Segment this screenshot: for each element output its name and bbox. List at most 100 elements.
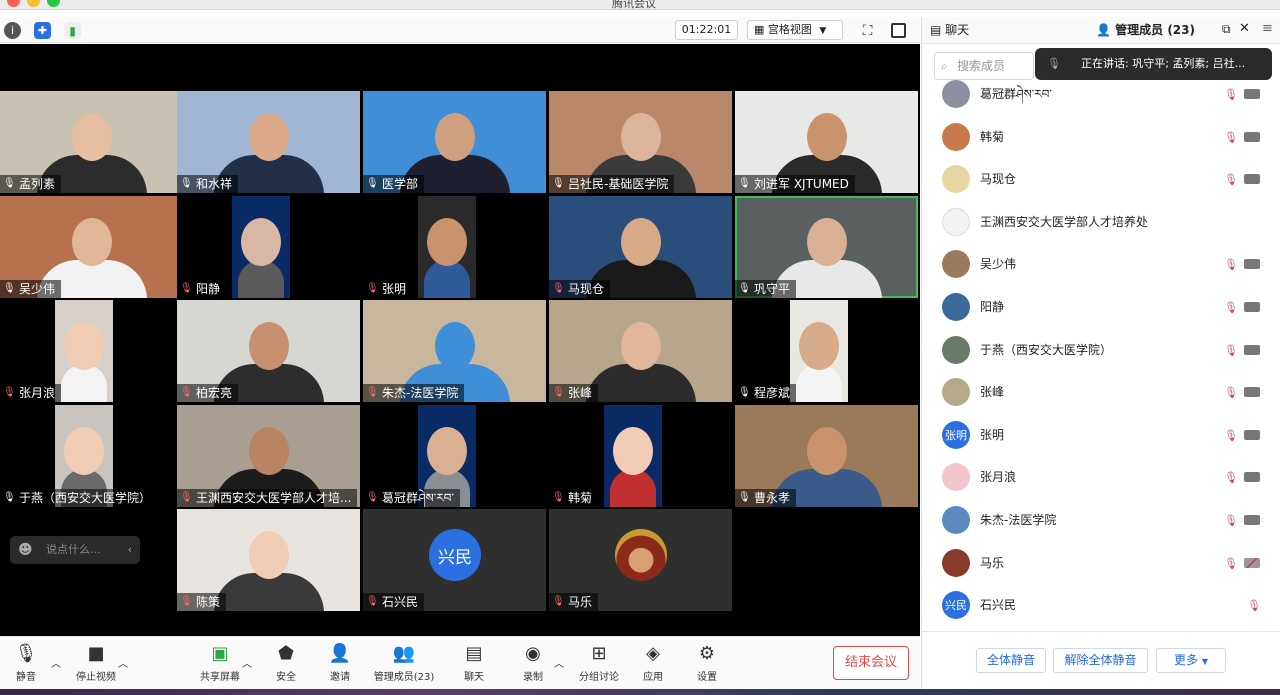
member-row[interactable]: 韩菊 🎙 — [922, 116, 1280, 158]
microphone-muted-icon: 🎙 — [552, 596, 565, 607]
tab-chat[interactable]: ▤ 聊天 — [930, 17, 969, 44]
toggle-panel-icon[interactable] — [891, 23, 906, 38]
video-tile[interactable]: 🎙 马乐 — [549, 509, 732, 611]
member-row[interactable]: 张峰 🎙 — [922, 371, 1280, 413]
record-button[interactable]: ◉ 录制 — [517, 643, 549, 683]
video-tile[interactable]: 🎙 张峰 — [549, 300, 732, 402]
member-search-input[interactable]: ⌕ 搜索成员 — [934, 52, 1034, 80]
apps-button[interactable]: ◈ 应用 — [637, 643, 669, 683]
video-tile[interactable]: 🎙 吴少伟 — [0, 196, 183, 298]
microphone-muted-icon[interactable]: 🎙 — [1224, 429, 1238, 442]
menu-icon[interactable]: ≡ — [1262, 21, 1273, 36]
emoji-icon[interactable]: ☻ — [18, 536, 33, 564]
member-row[interactable]: 马现仓 🎙 — [922, 158, 1280, 200]
mute-options-icon[interactable]: ︿ — [51, 655, 61, 670]
microphone-muted-icon[interactable]: 🎙 — [1224, 344, 1238, 357]
video-tile[interactable]: 🎙 柏宏亮 — [177, 300, 360, 402]
microphone-muted-icon[interactable]: 🎙 — [1224, 88, 1238, 101]
member-name: 张峰 — [980, 385, 1005, 400]
video-tile[interactable]: 🎙 医学部 — [363, 91, 546, 193]
member-row[interactable]: 马乐 🎙 — [922, 542, 1280, 584]
member-row[interactable]: 吴少伟 🎙 — [922, 243, 1280, 285]
video-tile[interactable]: 🎙 和水祥 — [177, 91, 360, 193]
stop-video-button[interactable]: ■ 停止视频 — [72, 643, 120, 683]
member-row[interactable]: 兴民 石兴民 🎙 — [922, 584, 1280, 626]
manage-members-button[interactable]: 👥 管理成员(23) — [372, 643, 436, 683]
settings-button[interactable]: ⚙ 设置 — [691, 643, 723, 683]
tab-members[interactable]: 👤 管理成员 (23) — [1096, 17, 1195, 44]
member-row[interactable]: 朱杰-法医学院 🎙 — [922, 499, 1280, 541]
shield-icon[interactable]: ✚ — [34, 22, 51, 39]
microphone-muted-icon[interactable]: 🎙 — [1224, 173, 1238, 186]
video-tile[interactable]: 🎙 巩守平 — [735, 196, 918, 298]
camera-icon[interactable] — [1244, 344, 1260, 355]
video-tile[interactable]: 🎙 韩菊 — [549, 405, 732, 507]
popout-icon[interactable]: ⧉ — [1222, 22, 1231, 37]
microphone-muted-icon[interactable]: 🎙 — [1224, 514, 1238, 527]
collapse-icon[interactable]: ‹ — [128, 536, 132, 564]
member-row[interactable]: 阳静 🎙 — [922, 286, 1280, 328]
info-icon[interactable]: i — [4, 22, 21, 39]
video-tile[interactable]: 🎙 陈策 — [177, 509, 360, 611]
chat-button[interactable]: ▤ 聊天 — [458, 643, 490, 683]
member-row[interactable]: 葛冠群ཤེས་རབ་ 🎙 — [922, 79, 1280, 115]
video-tile[interactable]: 🎙 孟列素 — [0, 91, 183, 193]
microphone-muted-icon[interactable]: 🎙 — [1224, 301, 1238, 314]
video-tile[interactable]: 🎙 张明 — [363, 196, 546, 298]
video-tile[interactable]: 🎙 曹永孝 — [735, 405, 918, 507]
camera-icon[interactable] — [1244, 387, 1260, 398]
video-options-icon[interactable]: ︿ — [118, 655, 128, 670]
camera-icon[interactable] — [1244, 515, 1260, 525]
video-tile[interactable]: 🎙 朱杰-法医学院 — [363, 300, 546, 402]
share-options-icon[interactable]: ︿ — [242, 655, 252, 670]
microphone-muted-icon[interactable]: 🎙 — [1224, 471, 1238, 484]
member-row[interactable]: 张月浪 🎙 — [922, 456, 1280, 498]
camera-icon[interactable] — [1244, 131, 1260, 142]
camera-off-icon[interactable] — [1244, 557, 1260, 568]
camera-icon[interactable] — [1244, 259, 1260, 270]
mute-all-button[interactable]: 全体静音 — [976, 648, 1046, 673]
video-tile[interactable]: 🎙 于燕（西安交大医学院） — [0, 405, 183, 507]
microphone-muted-icon[interactable]: 🎙 — [1247, 599, 1261, 612]
share-screen-button[interactable]: ▣ 共享屏幕 — [198, 643, 242, 683]
end-meeting-button[interactable]: 结束会议 — [833, 646, 909, 680]
member-row[interactable]: 于燕（西安交大医学院） 🎙 — [922, 329, 1280, 371]
unmute-all-button[interactable]: 解除全体静音 — [1053, 648, 1148, 673]
meeting-window: 腾讯会议 i ✚ ▮ 01:22:01 ▦ 宫格视图 ▼ ⛶ 🎙 孟列素 🎙 和水祥 🎙… — [0, 0, 1280, 695]
chat-input[interactable]: ☻ 说点什么... ‹ — [10, 536, 140, 564]
video-tile[interactable]: 🎙 葛冠群ཤེས་རབ་ — [363, 405, 546, 507]
microphone-muted-icon[interactable]: 🎙 — [1224, 386, 1238, 399]
participant-face — [64, 322, 104, 370]
microphone-muted-icon[interactable]: 🎙 — [1224, 557, 1238, 570]
camera-icon[interactable] — [1244, 89, 1260, 99]
mute-button[interactable]: 🎙 静音 — [8, 643, 44, 683]
video-tile[interactable]: 🎙 张月浪 — [0, 300, 183, 402]
security-button[interactable]: ⬟ 安全 — [270, 643, 302, 683]
more-button[interactable]: 更多 ▼ — [1156, 648, 1226, 673]
signal-icon[interactable]: ▮ — [64, 22, 81, 39]
breakout-rooms-button[interactable]: ⊞ 分组讨论 — [577, 643, 621, 683]
video-tile[interactable]: 🎙 吕社民-基础医学院 — [549, 91, 732, 193]
participant-face — [64, 427, 104, 475]
video-tile[interactable]: 🎙 王渊西安交大医学部人才培... — [177, 405, 360, 507]
microphone-muted-icon[interactable]: 🎙 — [1224, 131, 1238, 144]
video-tile[interactable]: 🎙 阳静 — [177, 196, 360, 298]
view-mode-button[interactable]: ▦ 宫格视图 ▼ — [747, 20, 843, 40]
video-tile[interactable]: 🎙 刘进军 XJTUMED — [735, 91, 918, 193]
invite-button[interactable]: 👤 邀请 — [324, 643, 356, 683]
member-row[interactable]: 王渊西安交大医学部人才培养处 — [922, 201, 1280, 243]
participant-face — [620, 113, 661, 161]
camera-icon[interactable] — [1244, 472, 1260, 483]
member-row[interactable]: 张明 张明 🎙 — [922, 414, 1280, 456]
microphone-muted-icon[interactable]: 🎙 — [1224, 258, 1238, 271]
record-options-icon[interactable]: ︿ — [554, 655, 564, 670]
camera-icon[interactable] — [1244, 302, 1260, 312]
video-tile[interactable]: 🎙 程彦斌 — [735, 300, 918, 402]
fullscreen-icon[interactable]: ⛶ — [859, 22, 876, 39]
video-tile[interactable]: 兴民 🎙 石兴民 — [363, 509, 546, 611]
participant-label: 🎙 张明 — [363, 280, 413, 298]
close-icon[interactable]: ✕ — [1239, 21, 1250, 36]
camera-icon[interactable] — [1244, 429, 1260, 440]
camera-icon[interactable] — [1244, 174, 1260, 185]
video-tile[interactable]: 🎙 马现仓 — [549, 196, 732, 298]
